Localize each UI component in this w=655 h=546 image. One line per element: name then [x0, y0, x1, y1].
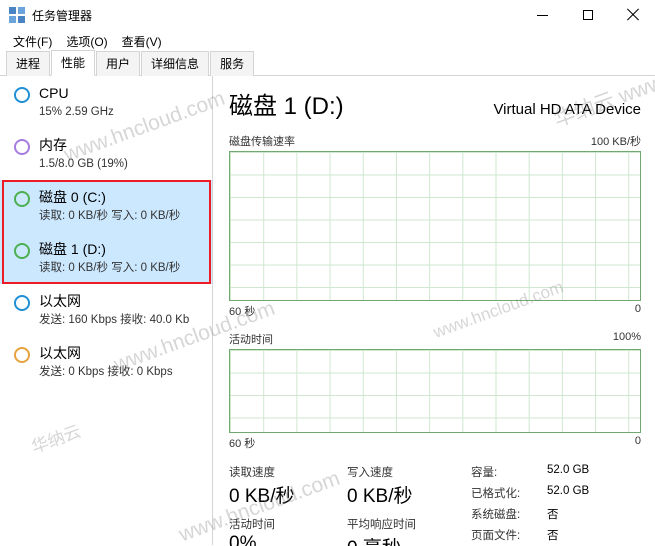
stat-write-speed: 写入速度 0 KB/秒 — [347, 464, 465, 516]
cpu-indicator-icon — [14, 87, 30, 103]
sidebar-item-title: 以太网 — [39, 293, 81, 309]
stats-area: 读取速度 0 KB/秒 写入速度 0 KB/秒 活动时间 0% 平均响应时间 容… — [229, 464, 641, 546]
device-name: Virtual HD ATA Device — [493, 101, 641, 118]
title-bar: 任务管理器 — [0, 0, 655, 30]
detail-value: 52.0 GB — [547, 464, 590, 476]
task-manager-icon — [9, 7, 25, 23]
bottom-chart-labels: 活动时间 100% — [229, 331, 641, 347]
top-chart-x-right: 0 — [634, 303, 641, 315]
detail-value: 52.0 GB — [547, 485, 590, 497]
sidebar-item-disk0[interactable]: 磁盘 0 (C:) 读取: 0 KB/秒 写入: 0 KB/秒 — [0, 180, 212, 232]
active-time-graph — [229, 349, 641, 433]
bottom-chart-max: 100% — [612, 331, 641, 343]
stat-read-speed: 读取速度 0 KB/秒 — [229, 464, 347, 516]
detail-value: 否 — [547, 530, 559, 542]
sidebar-item-title: 内存 — [39, 137, 67, 153]
ethernet2-indicator-icon — [14, 347, 30, 363]
stats-row-speed: 读取速度 0 KB/秒 写入速度 0 KB/秒 — [229, 464, 465, 516]
bottom-chart-axis: 60 秒 0 — [229, 435, 641, 451]
bottom-chart-x-right: 0 — [634, 435, 641, 447]
detail-page-file: 页面文件: 否 — [471, 527, 641, 543]
tab-processes[interactable]: 进程 — [6, 51, 51, 76]
stat-label: 写入速度 — [347, 467, 393, 479]
tab-details[interactable]: 详细信息 — [141, 51, 210, 76]
stat-label: 活动时间 — [229, 519, 275, 531]
detail-capacity: 容量: 52.0 GB — [471, 464, 641, 480]
maximize-icon — [582, 10, 593, 20]
sidebar-item-subtitle: 读取: 0 KB/秒 写入: 0 KB/秒 — [39, 261, 181, 274]
stats-right-column: 容量: 52.0 GB 已格式化: 52.0 GB 系统磁盘: 否 页面文件: … — [465, 464, 641, 546]
tab-bar: 进程 性能 用户 详细信息 服务 — [0, 50, 655, 76]
top-chart-max: 100 KB/秒 — [590, 136, 641, 148]
stat-value: 0 KB/秒 — [347, 486, 413, 507]
stat-value: 0 毫秒 — [347, 533, 465, 546]
detail-formatted: 已格式化: 52.0 GB — [471, 485, 641, 501]
stats-row-activity: 活动时间 0% 平均响应时间 0 毫秒 — [229, 516, 465, 546]
sidebar-item-cpu[interactable]: CPU 15% 2.59 GHz — [0, 76, 212, 128]
bottom-chart-x-left: 60 秒 — [229, 438, 256, 450]
resource-sidebar: CPU 15% 2.59 GHz 内存 1.5/8.0 GB (19%) 磁盘 … — [0, 76, 213, 545]
detail-system-disk: 系统磁盘: 否 — [471, 506, 641, 522]
window-controls — [520, 0, 655, 30]
sidebar-item-subtitle: 15% 2.59 GHz — [39, 105, 114, 118]
disk1-indicator-icon — [14, 243, 30, 259]
bottom-chart-title: 活动时间 — [229, 334, 273, 346]
panel-header: 磁盘 1 (D:) Virtual HD ATA Device — [229, 86, 641, 121]
sidebar-item-disk1[interactable]: 磁盘 1 (D:) 读取: 0 KB/秒 写入: 0 KB/秒 — [0, 232, 212, 284]
stats-left-column: 读取速度 0 KB/秒 写入速度 0 KB/秒 活动时间 0% 平均响应时间 — [229, 464, 465, 546]
stat-avg-response-time: 平均响应时间 0 毫秒 — [347, 516, 465, 546]
close-icon — [626, 8, 640, 22]
top-chart-x-left: 60 秒 — [229, 306, 256, 318]
disk-transfer-rate-graph — [229, 151, 641, 301]
top-chart-title: 磁盘传输速率 — [229, 136, 295, 148]
detail-key: 容量: — [471, 467, 498, 479]
tab-services[interactable]: 服务 — [210, 51, 255, 76]
menu-bar: 文件(F) 选项(O) 查看(V) — [0, 30, 655, 52]
disk0-indicator-icon — [14, 191, 30, 207]
stat-value: 0% — [229, 533, 257, 546]
page-title: 磁盘 1 (D:) — [229, 93, 344, 120]
sidebar-item-title: 磁盘 0 (C:) — [39, 189, 106, 205]
sidebar-item-title: 磁盘 1 (D:) — [39, 241, 106, 257]
sidebar-item-ethernet-1[interactable]: 以太网 发送: 160 Kbps 接收: 40.0 Kb — [0, 284, 212, 336]
menu-item-file[interactable]: 文件(F) — [6, 31, 59, 52]
stat-active-time: 活动时间 0% — [229, 516, 347, 546]
sidebar-item-memory[interactable]: 内存 1.5/8.0 GB (19%) — [0, 128, 212, 180]
sidebar-item-ethernet-2[interactable]: 以太网 发送: 0 Kbps 接收: 0 Kbps — [0, 336, 212, 388]
window-title: 任务管理器 — [32, 8, 93, 23]
sidebar-item-subtitle: 发送: 160 Kbps 接收: 40.0 Kb — [39, 313, 190, 326]
stat-label: 读取速度 — [229, 467, 275, 479]
detail-key: 已格式化: — [471, 488, 521, 500]
sidebar-item-subtitle: 1.5/8.0 GB (19%) — [39, 157, 128, 170]
sidebar-item-subtitle: 读取: 0 KB/秒 写入: 0 KB/秒 — [39, 209, 181, 222]
memory-indicator-icon — [14, 139, 30, 155]
disk-group: 磁盘 0 (C:) 读取: 0 KB/秒 写入: 0 KB/秒 磁盘 1 (D:… — [0, 180, 212, 284]
menu-item-view[interactable]: 查看(V) — [115, 31, 169, 52]
top-chart-axis: 60 秒 0 — [229, 303, 641, 319]
stat-value: 0 KB/秒 — [229, 486, 295, 507]
menu-item-options[interactable]: 选项(O) — [59, 31, 114, 52]
minimize-icon — [537, 14, 548, 16]
stat-label: 平均响应时间 — [347, 519, 416, 531]
tab-performance[interactable]: 性能 — [51, 50, 96, 76]
sidebar-item-title: 以太网 — [39, 345, 81, 361]
ethernet1-indicator-icon — [14, 295, 30, 311]
close-button[interactable] — [610, 0, 655, 30]
task-manager-window: 任务管理器 文件(F) 选项(O) 查看(V) 进程 性能 用户 详细信息 服务 — [0, 0, 655, 546]
maximize-button[interactable] — [565, 0, 610, 30]
detail-key: 系统磁盘: — [471, 509, 521, 521]
top-chart-labels: 磁盘传输速率 100 KB/秒 — [229, 133, 641, 149]
detail-value: 否 — [547, 509, 559, 521]
detail-key: 页面文件: — [471, 530, 521, 542]
content-area: CPU 15% 2.59 GHz 内存 1.5/8.0 GB (19%) 磁盘 … — [0, 76, 655, 546]
performance-detail-panel: 磁盘 1 (D:) Virtual HD ATA Device 磁盘传输速率 1… — [213, 76, 655, 546]
sidebar-item-title: CPU — [39, 85, 69, 101]
sidebar-item-subtitle: 发送: 0 Kbps 接收: 0 Kbps — [39, 365, 173, 378]
minimize-button[interactable] — [520, 0, 565, 30]
tab-users[interactable]: 用户 — [96, 51, 141, 76]
